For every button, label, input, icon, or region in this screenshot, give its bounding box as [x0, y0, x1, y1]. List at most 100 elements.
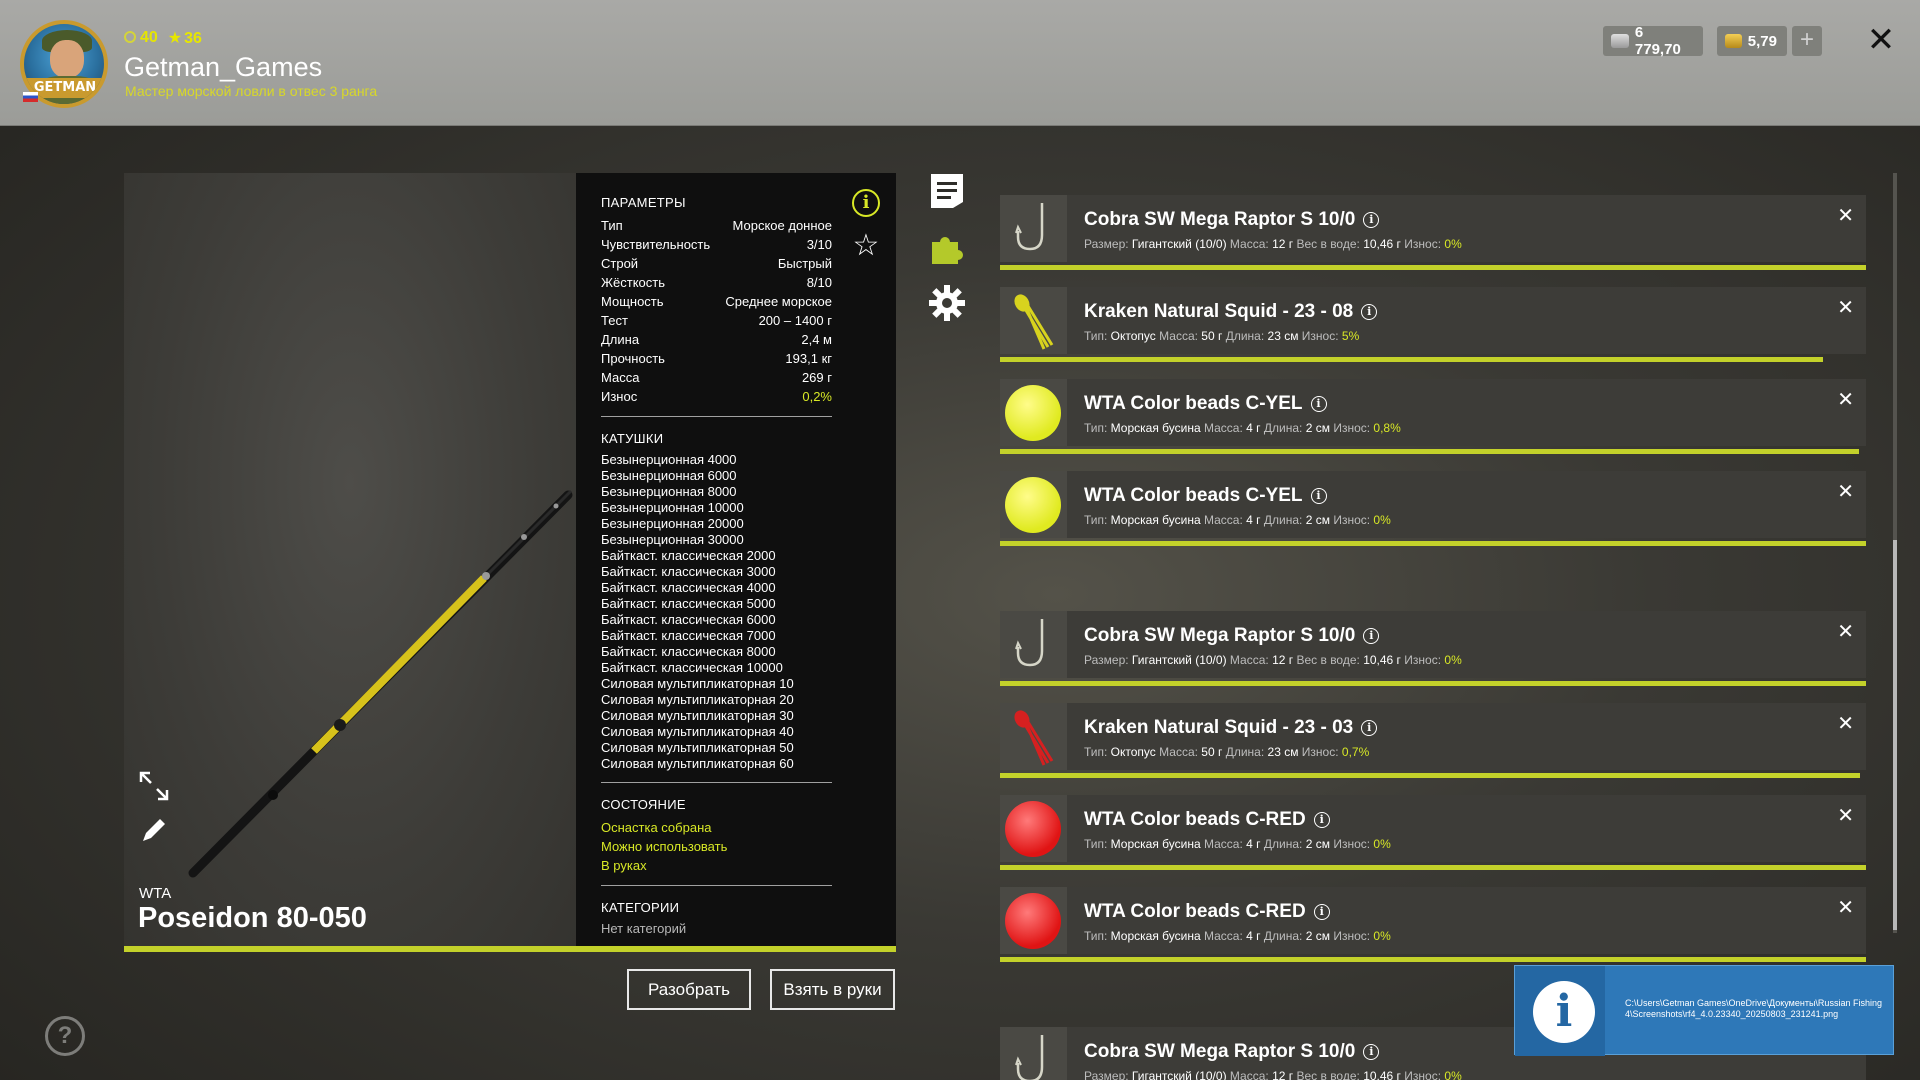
param-value: 2,4 м	[801, 332, 832, 347]
remove-item-button[interactable]: ✕	[1837, 479, 1854, 504]
remove-item-button[interactable]: ✕	[1837, 895, 1854, 920]
notes-icon[interactable]	[928, 172, 966, 210]
params-list: Тип Морское донное Чувствительность 3/10 Стр…	[601, 216, 832, 406]
reel-item: Байткаст. классическая 4000	[601, 580, 776, 595]
star-icon[interactable]: ☆	[850, 230, 882, 262]
meta-label: Масса:	[1229, 1069, 1273, 1080]
remove-item-button[interactable]: ✕	[1837, 387, 1854, 412]
param-value: 193,1 кг	[785, 351, 832, 366]
tackle-items-list[interactable]: Cobra SW Mega Raptor S 10/0 i Размер: Гига…	[1000, 190, 1868, 1080]
expand-icon[interactable]	[138, 770, 170, 802]
item-meta: Тип: Морская бусина Масса: 4 г Длина: 2 …	[1084, 421, 1401, 435]
gold-balance: 5,79	[1717, 26, 1787, 56]
meta-value: 2 см	[1305, 929, 1330, 943]
rod-reel-seat	[334, 719, 346, 731]
tackle-item[interactable]: Kraken Natural Squid - 23 - 03 i Тип: Окто…	[1000, 703, 1866, 770]
remove-item-button[interactable]: ✕	[1837, 203, 1854, 228]
puzzle-icon[interactable]	[928, 228, 966, 266]
rod-parameters-panel[interactable]: ПАРАМЕТРЫ Тип Морское донное Чувствительно…	[576, 173, 896, 946]
reels-list: Безынерционная 4000 Безынерционная 6000 Бе…	[601, 452, 832, 772]
param-label: Масса	[601, 370, 640, 385]
info-icon[interactable]: i	[1363, 1044, 1380, 1060]
reel-item: Байткаст. классическая 6000	[601, 612, 776, 627]
info-icon[interactable]: i	[1363, 628, 1380, 644]
item-thumbnail	[1000, 471, 1067, 538]
state-title: СОСТОЯНИЕ	[601, 797, 686, 812]
disassemble-button[interactable]: Разобрать	[627, 969, 751, 1010]
tackle-item[interactable]: WTA Color beads C-RED i Тип: Морская бусин…	[1000, 795, 1866, 862]
gear-icon[interactable]	[928, 284, 966, 322]
silver-balance: 6 779,70	[1603, 24, 1703, 58]
item-meta: Размер: Гигантский (10/0) Масса: 12 г Ве…	[1084, 1069, 1462, 1080]
silver-coin-icon	[1611, 34, 1629, 48]
item-name-text: Cobra SW Mega Raptor S 10/0	[1084, 1041, 1356, 1062]
meta-value: 2 см	[1305, 837, 1330, 851]
tackle-item[interactable]: WTA Color beads C-RED i Тип: Морская бусин…	[1000, 887, 1866, 954]
tackle-item[interactable]: WTA Color beads C-YEL i Тип: Морская бусин…	[1000, 471, 1866, 538]
tackle-item[interactable]: Kraken Natural Squid - 23 - 08 i Тип: Окто…	[1000, 287, 1866, 354]
meta-value: 12 г	[1272, 653, 1294, 667]
level-value: 40	[140, 29, 158, 46]
country-flag-icon	[23, 92, 38, 102]
screenshot-notification[interactable]: i C:\Users\Getman Games\OneDrive\Докумен…	[1514, 965, 1894, 1056]
meta-label: Длина:	[1263, 929, 1306, 943]
take-in-hands-button[interactable]: Взять в руки	[770, 969, 895, 1010]
gold-coin-icon	[1725, 34, 1742, 48]
hook-icon	[1015, 203, 1044, 251]
close-button[interactable]: ✕	[1864, 20, 1898, 60]
meta-label: Размер:	[1084, 653, 1132, 667]
meta-value: 2 см	[1305, 513, 1330, 527]
reel-item: Безынерционная 4000	[601, 452, 737, 467]
wear-label: Износ:	[1333, 513, 1374, 527]
reel-item: Силовая мультипликаторная 10	[601, 676, 794, 691]
add-gold-button[interactable]: +	[1792, 26, 1822, 56]
wear-value: 0%	[1444, 653, 1462, 667]
info-icon[interactable]: i	[1361, 720, 1378, 736]
wear-value: 0%	[1373, 929, 1391, 943]
remove-item-button[interactable]: ✕	[1837, 711, 1854, 736]
silver-value: 6 779,70	[1634, 24, 1681, 58]
info-icon[interactable]: i	[1310, 488, 1327, 504]
reels-title: КАТУШКИ	[601, 431, 664, 446]
meta-value: 4 г	[1246, 421, 1261, 435]
avatar-face	[50, 40, 84, 78]
meta-label: Масса:	[1204, 929, 1247, 943]
rod-guide	[482, 572, 490, 580]
info-icon[interactable]: i	[1313, 904, 1330, 920]
remove-item-button[interactable]: ✕	[1837, 803, 1854, 828]
remove-item-button[interactable]: ✕	[1837, 619, 1854, 644]
state-list: Оснастка собрана Можно использовать В рука…	[601, 818, 832, 875]
item-meta: Тип: Октопус Масса: 50 г Длина: 23 см Из…	[1084, 745, 1369, 759]
wear-label: Износ:	[1333, 929, 1374, 943]
reel-item: Байткаст. классическая 3000	[601, 564, 776, 579]
param-row: Тип Морское донное	[601, 216, 832, 235]
divider	[601, 782, 832, 783]
meta-value: 50 г	[1201, 329, 1223, 343]
tackle-item[interactable]: WTA Color beads C-YEL i Тип: Морская бусин…	[1000, 379, 1866, 446]
item-name: Cobra SW Mega Raptor S 10/0 i	[1084, 209, 1380, 231]
divider	[601, 416, 832, 417]
reel-item: Байткаст. классическая 7000	[601, 628, 776, 643]
item-thumbnail	[1000, 379, 1067, 446]
help-icon[interactable]: ?	[45, 1016, 85, 1056]
param-row: Прочность 193,1 кг	[601, 349, 832, 368]
meta-label: Масса:	[1204, 837, 1247, 851]
tackle-item[interactable]: Cobra SW Mega Raptor S 10/0 i Размер: Гига…	[1000, 195, 1866, 262]
info-icon[interactable]: i	[852, 189, 880, 217]
reel-item: Байткаст. классическая 2000	[601, 548, 776, 563]
meta-label: Вес в воде:	[1296, 237, 1364, 251]
tackle-item[interactable]: Cobra SW Mega Raptor S 10/0 i Размер: Гига…	[1000, 611, 1866, 678]
remove-item-button[interactable]: ✕	[1837, 295, 1854, 320]
item-name-text: Kraken Natural Squid - 23 - 08	[1084, 301, 1354, 322]
info-icon[interactable]: i	[1363, 212, 1380, 228]
rod-preview[interactable]	[124, 173, 576, 946]
meta-value: Гигантский (10/0)	[1131, 1069, 1227, 1080]
info-icon[interactable]: i	[1313, 812, 1330, 828]
meta-label: Тип:	[1084, 513, 1111, 527]
scrollbar-thumb[interactable]	[1893, 540, 1897, 930]
param-label: Чувствительность	[601, 237, 711, 252]
info-icon[interactable]: i	[1310, 396, 1327, 412]
pencil-icon[interactable]	[138, 814, 170, 846]
info-icon[interactable]: i	[1361, 304, 1378, 320]
item-name: Cobra SW Mega Raptor S 10/0 i	[1084, 1041, 1380, 1063]
